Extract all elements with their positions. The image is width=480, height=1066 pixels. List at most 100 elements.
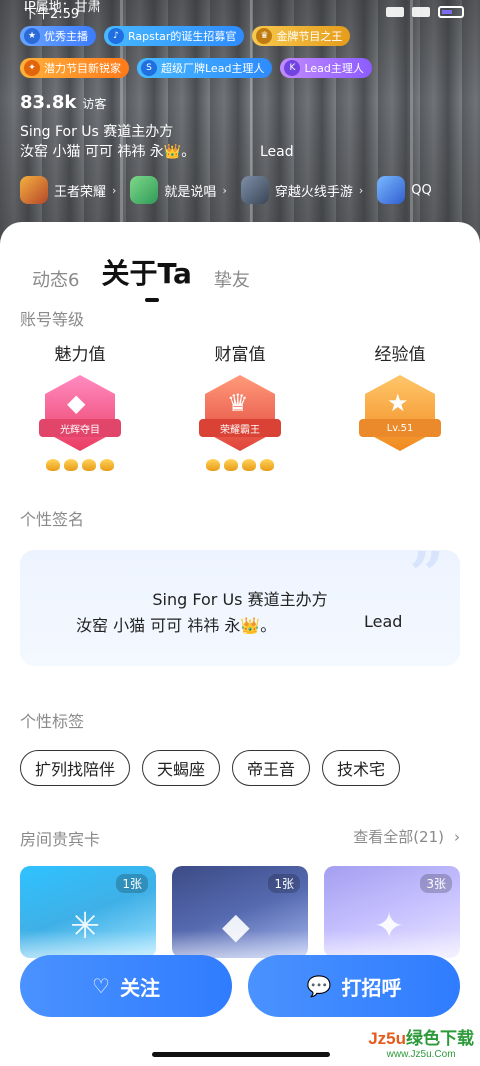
badge[interactable]: S 超级厂牌Lead主理人	[137, 58, 273, 78]
level-ribbon: Lv.51	[359, 419, 441, 437]
medal-icon	[260, 459, 274, 471]
crown-icon: ♛	[227, 389, 249, 417]
medal-row	[10, 459, 150, 471]
kh-icon: K	[284, 60, 301, 76]
tab-friends[interactable]: 挚友	[214, 266, 250, 292]
level-ribbon: 荣耀霸王	[199, 419, 281, 437]
badge[interactable]: ♛ 金牌节目之王	[252, 26, 351, 46]
game-item[interactable]: QQ	[377, 176, 432, 204]
section-signature: 个性签名	[20, 510, 85, 529]
greet-label: 打招呼	[341, 975, 402, 1000]
game-item[interactable]: 就是说唱 ›	[130, 176, 227, 204]
level-wealth[interactable]: 财富值 ♛ 荣耀霸王	[170, 340, 310, 471]
status-time: 下午2:59	[24, 6, 80, 22]
badge[interactable]: K Lead主理人	[280, 58, 372, 78]
tag-list: 扩列找陪伴 天蝎座 帝王音 技术宅	[20, 750, 401, 786]
badge-label: 金牌节目之王	[276, 30, 343, 43]
game-item[interactable]: 王者荣耀 ›	[20, 176, 116, 204]
tag-chip[interactable]: 技术宅	[322, 750, 401, 786]
medal-icon	[206, 459, 220, 471]
level-title: 经验值	[374, 345, 426, 365]
tab-about[interactable]: 关于Ta	[101, 252, 192, 302]
greet-button[interactable]: 💬 打招呼	[248, 955, 460, 1017]
tag-chip[interactable]: 扩列找陪伴	[20, 750, 131, 786]
medal-icon	[64, 459, 78, 471]
medal-icon	[82, 459, 96, 471]
medal-icon	[242, 459, 256, 471]
level-experience[interactable]: 经验值 ★ Lv.51	[330, 340, 470, 451]
header-signature-lead: Lead	[260, 144, 294, 160]
game-item[interactable]: 穿越火线手游 ›	[240, 176, 364, 204]
home-indicator[interactable]	[152, 1052, 330, 1057]
medal-icon	[46, 459, 60, 471]
signature-lead: Lead	[364, 612, 403, 631]
tab-bar: 动态6 关于Ta 挚友	[32, 252, 250, 302]
badge[interactable]: ★ 优秀主播	[20, 26, 96, 46]
signal-icon	[386, 7, 404, 17]
badge[interactable]: ✦ 潜力节目新锐家	[20, 58, 129, 78]
charm-level-badge: ◆ 光辉夺目	[39, 375, 121, 451]
chevron-right-icon: ›	[222, 183, 227, 197]
chevron-right-icon: ›	[358, 183, 364, 197]
status-bar: 下午2:59	[24, 0, 464, 24]
watermark-title-b: 绿色下载	[406, 1029, 474, 1048]
badge-label: 超级厂牌Lead主理人	[161, 62, 265, 75]
mic-icon: ♪	[108, 28, 124, 44]
vip-card-count: 1张	[116, 874, 148, 893]
visitor-number: 83.8k	[20, 92, 77, 113]
wifi-icon	[412, 7, 430, 17]
star-icon: ✦	[24, 60, 40, 76]
game-label: 穿越火线手游	[274, 184, 353, 200]
follow-label: 关注	[119, 975, 160, 1000]
game-label: QQ	[411, 182, 432, 198]
level-ribbon: 光辉夺目	[39, 419, 121, 437]
view-all-label: 查看全部(21)	[353, 828, 444, 846]
status-icons	[386, 6, 464, 18]
honor-badges-row-2: ✦ 潜力节目新锐家 S 超级厂牌Lead主理人 K Lead主理人	[20, 58, 372, 78]
game-icon	[377, 176, 406, 204]
badge-label: 潜力节目新锐家	[44, 62, 121, 75]
trophy-icon: ♛	[256, 28, 273, 44]
honor-badges-row-1: ★ 优秀主播 ♪ Rapstar的诞生招募官 ♛ 金牌节目之王	[20, 26, 351, 46]
badge-label: 优秀主播	[44, 30, 88, 43]
game-label: 就是说唱	[164, 184, 217, 200]
header-signature-line1: Sing For Us 赛道主办方	[20, 124, 174, 140]
tab-moments[interactable]: 动态6	[32, 266, 79, 292]
badge[interactable]: ♪ Rapstar的诞生招募官	[104, 26, 245, 46]
heart-icon: ♡	[92, 974, 110, 998]
medal-row	[170, 459, 310, 471]
badge-label: Lead主理人	[304, 62, 364, 75]
medal-icon	[100, 459, 114, 471]
tag-chip[interactable]: 天蝎座	[142, 750, 221, 786]
game-icon	[20, 176, 48, 204]
watermark-url: www.Jz5u.Com	[386, 1049, 456, 1060]
section-vip-cards: 房间贵宾卡	[20, 830, 101, 849]
section-account-level: 账号等级	[20, 310, 85, 329]
medal-icon	[224, 459, 238, 471]
chat-bubble-icon: 💬	[306, 974, 332, 998]
game-label: 王者荣耀	[54, 184, 107, 200]
battery-icon	[438, 6, 464, 18]
header-signature: Sing For Us 赛道主办方 汝窑 小猫 可可 祎祎 永👑。 Lead	[20, 122, 460, 162]
watermark: Jz5u绿色下载 www.Jz5u.Com	[368, 1024, 474, 1060]
badge-label: Rapstar的诞生招募官	[128, 30, 237, 43]
chevron-right-icon: ›	[454, 827, 460, 846]
header-signature-line2: 汝窑 小猫 可可 祎祎 永👑。	[20, 144, 196, 160]
tag-chip[interactable]: 帝王音	[232, 750, 311, 786]
level-title: 财富值	[214, 345, 266, 365]
section-tags: 个性标签	[20, 712, 85, 731]
vip-card-count: 3张	[420, 874, 452, 893]
experience-level-badge: ★ Lv.51	[359, 375, 441, 451]
view-all-link[interactable]: 查看全部(21) ›	[353, 826, 460, 847]
visitor-label: 访客	[82, 97, 107, 111]
level-title: 魅力值	[54, 345, 106, 365]
wealth-level-badge: ♛ 荣耀霸王	[199, 375, 281, 451]
visitor-count[interactable]: 83.8k 访客	[20, 92, 106, 113]
level-charm[interactable]: 魅力值 ◆ 光辉夺目	[10, 340, 150, 471]
follow-button[interactable]: ♡ 关注	[20, 955, 232, 1017]
watermark-title-a: Jz5u	[368, 1029, 406, 1048]
signature-card: ” Sing For Us 赛道主办方 汝窑 小猫 可可 祎祎 永👑。 Lead	[20, 540, 460, 666]
diamond-icon: ◆	[67, 389, 86, 417]
vip-card-count: 1张	[268, 874, 300, 893]
anchor-icon: ★	[24, 28, 40, 44]
